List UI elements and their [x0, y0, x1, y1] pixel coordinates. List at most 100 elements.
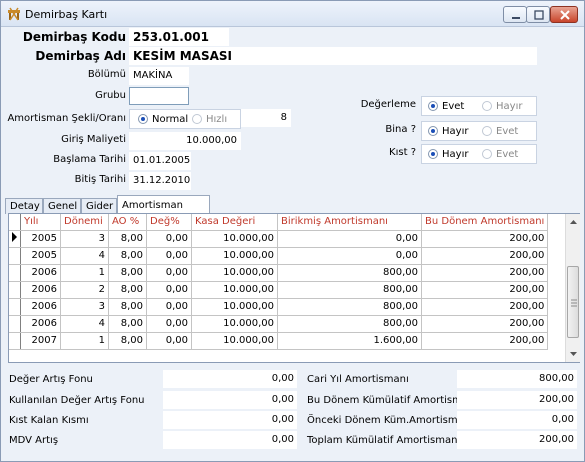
col-header-deg[interactable]: Değ% — [146, 214, 192, 231]
cari-yil-amortismani-value[interactable]: 800,00 — [457, 370, 577, 388]
kist-hayir-radio[interactable] — [428, 149, 438, 159]
bina-hayir-radio[interactable] — [428, 126, 438, 136]
table-cell[interactable]: 2005 — [20, 247, 61, 265]
minimize-button[interactable] — [503, 6, 527, 23]
demirbas-kodu-field[interactable]: 253.01.001 — [129, 28, 229, 46]
table-cell[interactable]: 10.000,00 — [191, 281, 278, 299]
table-cell[interactable]: 0,00 — [146, 332, 192, 350]
table-cell[interactable]: 10.000,00 — [191, 315, 278, 333]
table-cell[interactable]: 0,00 — [146, 230, 192, 248]
table-cell[interactable]: 2006 — [20, 315, 61, 333]
row-indicator[interactable] — [9, 247, 21, 265]
giris-maliyeti-field[interactable]: 10.000,00 — [129, 132, 241, 150]
table-cell[interactable]: 800,00 — [277, 281, 422, 299]
table-cell[interactable]: 800,00 — [277, 264, 422, 282]
deger-artis-fonu-value[interactable]: 0,00 — [163, 370, 297, 388]
tab-amortisman[interactable]: Amortisman — [117, 195, 210, 215]
table-row[interactable]: 2006 2 8,00 0,00 10.000,00 800,00 200,00 — [9, 281, 549, 299]
col-header-birikmis[interactable]: Birikmiş Amortismanı — [277, 214, 422, 231]
table-cell[interactable]: 8,00 — [108, 264, 147, 282]
bina-evet-radio[interactable] — [482, 126, 492, 136]
table-cell[interactable]: 200,00 — [421, 332, 549, 350]
table-cell[interactable]: 8,00 — [108, 332, 147, 350]
scrollbar-thumb[interactable] — [567, 266, 579, 338]
current-row-indicator[interactable] — [9, 230, 21, 248]
table-cell[interactable]: 0,00 — [146, 247, 192, 265]
tab-genel[interactable]: Genel — [43, 198, 81, 214]
table-cell[interactable]: 8,00 — [108, 230, 147, 248]
mdv-artis-value[interactable]: 0,00 — [163, 431, 297, 449]
col-header-bu-donem[interactable]: Bu Dönem Amortismanı — [421, 214, 549, 231]
hizli-radio[interactable] — [192, 114, 202, 124]
amortisman-orani-field[interactable]: 8 — [241, 109, 291, 127]
table-cell[interactable]: 8,00 — [108, 247, 147, 265]
maximize-button[interactable] — [526, 6, 550, 23]
toplam-kumulatif-value[interactable]: 200,00 — [457, 431, 577, 449]
grid-vertical-scrollbar[interactable] — [565, 214, 580, 362]
bitis-tarihi-field[interactable]: 31.12.2010 — [129, 172, 191, 190]
table-cell[interactable]: 3 — [60, 298, 109, 316]
table-cell[interactable]: 10.000,00 — [191, 247, 278, 265]
table-cell[interactable]: 2006 — [20, 281, 61, 299]
table-cell[interactable]: 2005 — [20, 230, 61, 248]
degerleme-hayir-radio[interactable] — [482, 101, 492, 111]
bolum-field[interactable]: MAKİNA — [129, 67, 189, 85]
table-cell[interactable]: 0,00 — [146, 264, 192, 282]
degerleme-evet-radio[interactable] — [428, 101, 438, 111]
table-cell[interactable]: 0,00 — [146, 298, 192, 316]
col-header-kasa-degeri[interactable]: Kasa Değeri — [191, 214, 278, 231]
table-cell[interactable]: 2006 — [20, 264, 61, 282]
bu-donem-kumulatif-value[interactable]: 200,00 — [457, 391, 577, 409]
table-cell[interactable]: 10.000,00 — [191, 332, 278, 350]
table-cell[interactable]: 200,00 — [421, 247, 549, 265]
table-cell[interactable]: 8,00 — [108, 281, 147, 299]
baslama-tarihi-field[interactable]: 01.01.2005 — [129, 152, 191, 170]
table-cell[interactable]: 0,00 — [277, 230, 422, 248]
col-header-donemi[interactable]: Dönemi — [60, 214, 109, 231]
scroll-up-arrow-icon[interactable] — [566, 216, 581, 228]
table-cell[interactable]: 8,00 — [108, 315, 147, 333]
table-cell[interactable]: 1 — [60, 332, 109, 350]
table-cell[interactable]: 0,00 — [146, 315, 192, 333]
tab-gider[interactable]: Gider — [81, 198, 117, 214]
table-cell[interactable]: 1 — [60, 264, 109, 282]
table-cell[interactable]: 800,00 — [277, 315, 422, 333]
table-cell[interactable]: 2006 — [20, 298, 61, 316]
col-header-yili[interactable]: Yılı — [20, 214, 61, 231]
normal-radio[interactable] — [138, 114, 148, 124]
demirbas-adi-field[interactable]: KESİM MASASI — [129, 47, 537, 65]
table-cell[interactable]: 200,00 — [421, 315, 549, 333]
table-row[interactable]: 2006 3 8,00 0,00 10.000,00 800,00 200,00 — [9, 298, 549, 316]
row-indicator[interactable] — [9, 298, 21, 316]
close-button[interactable] — [550, 6, 578, 23]
row-indicator[interactable] — [9, 332, 21, 350]
table-cell[interactable]: 1.600,00 — [277, 332, 422, 350]
table-row[interactable]: 2006 1 8,00 0,00 10.000,00 800,00 200,00 — [9, 264, 549, 282]
kullanilan-deger-artis-value[interactable]: 0,00 — [163, 391, 297, 409]
row-indicator[interactable] — [9, 264, 21, 282]
tab-detay[interactable]: Detay — [5, 198, 43, 214]
kist-kalan-kismi-value[interactable]: 0,00 — [163, 411, 297, 429]
table-cell[interactable]: 4 — [60, 315, 109, 333]
table-cell[interactable]: 10.000,00 — [191, 230, 278, 248]
scroll-down-arrow-icon[interactable] — [566, 348, 581, 360]
table-cell[interactable]: 2 — [60, 281, 109, 299]
table-cell[interactable]: 2007 — [20, 332, 61, 350]
table-row[interactable]: 2006 4 8,00 0,00 10.000,00 800,00 200,00 — [9, 315, 549, 333]
table-cell[interactable]: 8,00 — [108, 298, 147, 316]
table-cell[interactable]: 0,00 — [277, 247, 422, 265]
table-cell[interactable]: 10.000,00 — [191, 298, 278, 316]
kist-evet-radio[interactable] — [482, 149, 492, 159]
row-indicator[interactable] — [9, 281, 21, 299]
table-cell[interactable]: 10.000,00 — [191, 264, 278, 282]
table-cell[interactable]: 4 — [60, 247, 109, 265]
table-cell[interactable]: 200,00 — [421, 281, 549, 299]
table-row[interactable]: 2005 3 8,00 0,00 10.000,00 0,00 200,00 — [9, 230, 549, 248]
onceki-donem-kumulatif-value[interactable]: 0,00 — [457, 411, 577, 429]
table-row[interactable]: 2005 4 8,00 0,00 10.000,00 0,00 200,00 — [9, 247, 549, 265]
table-cell[interactable]: 200,00 — [421, 230, 549, 248]
table-cell[interactable]: 200,00 — [421, 298, 549, 316]
table-cell[interactable]: 200,00 — [421, 264, 549, 282]
col-header-ao[interactable]: AO % — [108, 214, 147, 231]
row-indicator[interactable] — [9, 315, 21, 333]
